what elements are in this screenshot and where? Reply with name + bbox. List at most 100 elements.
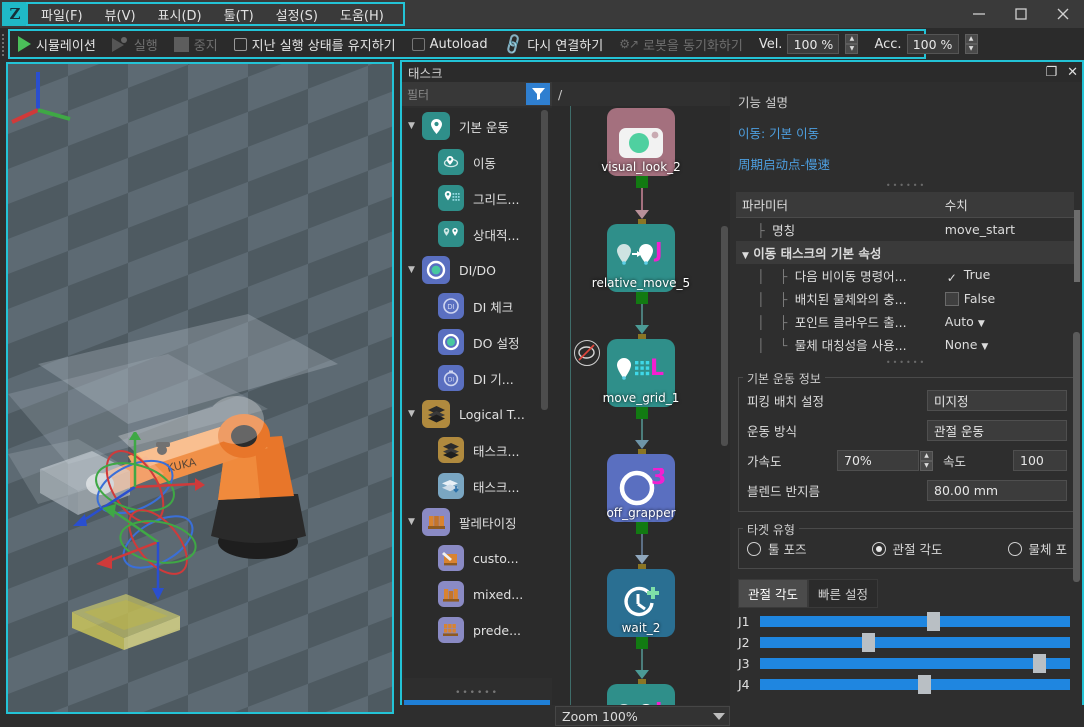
slider-track[interactable]: [760, 675, 1070, 694]
pose-gizmo-lower[interactable]: [90, 494, 230, 614]
param-value[interactable]: None: [945, 337, 978, 352]
joint-slider-j1[interactable]: J1: [738, 612, 1082, 631]
flow-port-out[interactable]: [636, 292, 648, 304]
library-item-task-a[interactable]: 태스크...: [404, 432, 552, 468]
splitter-handle[interactable]: ••••••: [730, 358, 1082, 367]
library-item-task-b[interactable]: 태스크...: [404, 468, 552, 504]
velocity-input[interactable]: 100 %: [787, 34, 840, 54]
motion-mode-field[interactable]: 관절 운동: [927, 420, 1067, 441]
flow-node-wait[interactable]: wait_2: [607, 569, 675, 637]
radio-tool-pose[interactable]: 툴 포즈: [747, 539, 806, 558]
library-item-do-set[interactable]: DO 설정: [404, 324, 552, 360]
minimize-icon[interactable]: [958, 0, 1000, 28]
task-flow-graph[interactable]: / visual_look_2 J relative_move_5 L move…: [552, 82, 730, 720]
param-value[interactable]: Auto: [945, 314, 974, 329]
table-scrollbar[interactable]: [1074, 210, 1080, 282]
breadcrumb[interactable]: /: [552, 82, 730, 106]
table-group-row[interactable]: ▼ 이동 태스크의 기본 속성: [736, 241, 1074, 264]
menu-tool[interactable]: 툴(T): [213, 3, 265, 26]
table-row[interactable]: │ ├ 다음 비이동 명령어... ✓ True: [736, 264, 1074, 287]
menu-settings[interactable]: 설정(S): [265, 3, 329, 26]
library-item-pallet-predef[interactable]: prede...: [404, 612, 552, 648]
library-group-palletizing[interactable]: ▼ 팔레타이징: [404, 504, 552, 540]
slider-handle[interactable]: [927, 612, 941, 631]
menu-view[interactable]: 뷰(V): [94, 3, 147, 26]
properties-scrollbar[interactable]: [1073, 332, 1080, 582]
slider-handle[interactable]: [1032, 654, 1046, 673]
flow-scrollbar[interactable]: [721, 226, 728, 446]
chevron-down-icon[interactable]: ▼: [978, 319, 985, 329]
flow-port-out[interactable]: [636, 176, 648, 188]
accel-field[interactable]: 70%: [837, 450, 919, 471]
slider-handle[interactable]: [918, 675, 932, 694]
checkbox-checked-icon[interactable]: ✓: [945, 271, 959, 285]
blend-radius-field[interactable]: 80.00 mm: [927, 480, 1067, 501]
chevron-down-icon[interactable]: ▼: [408, 121, 422, 131]
sync-robot-button[interactable]: ⚙↗ 로봇을 동기화하기: [611, 31, 751, 57]
library-item-di-wait[interactable]: DI DI 기...: [404, 360, 552, 396]
stop-button[interactable]: 중지: [166, 31, 226, 57]
radio-joint-angle[interactable]: 관절 각도: [871, 539, 942, 558]
library-scrollbar[interactable]: [541, 110, 548, 410]
slider-track[interactable]: [760, 633, 1070, 652]
no-entry-icon[interactable]: [574, 340, 600, 366]
autoload-checkbox[interactable]: Autoload: [404, 31, 496, 57]
library-group-logical-task[interactable]: ▼ Logical T...: [404, 396, 552, 432]
library-item-di-check[interactable]: DI DI 체크: [404, 288, 552, 324]
library-group-dido[interactable]: ▼ DI/DO: [404, 252, 552, 288]
table-row[interactable]: │ └ 물체 대칭성을 사용... None ▼: [736, 333, 1074, 356]
zoom-select[interactable]: Zoom 100%: [555, 706, 730, 726]
flow-node-move-grid[interactable]: L move_grid_1: [603, 339, 679, 407]
library-item-pallet-mixed[interactable]: mixed...: [404, 576, 552, 612]
library-item-move[interactable]: 이동: [404, 144, 552, 180]
menu-help[interactable]: 도움(H): [329, 3, 395, 26]
table-row[interactable]: │ ├ 배치된 물체와의 충... False: [736, 287, 1074, 310]
chevron-down-icon[interactable]: ▼: [408, 265, 422, 275]
tab-joint-angle[interactable]: 관절 각도: [738, 579, 808, 608]
flow-node-off-grapper[interactable]: 3 off_grapper: [606, 454, 676, 522]
checkbox-unchecked-icon[interactable]: [944, 292, 959, 306]
velocity-stepper[interactable]: ▲ ▼: [845, 34, 859, 54]
flow-port-out[interactable]: [636, 522, 648, 534]
library-scroll-area[interactable]: ▼ 기본 운동 이동 그리드... 상대적... ▼ DI/DO DI DI 체…: [404, 108, 552, 678]
joint-slider-j2[interactable]: J2: [738, 633, 1082, 652]
menu-display[interactable]: 표시(D): [147, 3, 213, 26]
accel-stepper[interactable]: ▲ ▼: [920, 450, 933, 471]
chevron-down-icon[interactable]: ▼: [408, 409, 422, 419]
joint-slider-j4[interactable]: J4: [738, 675, 1082, 694]
flow-port-out[interactable]: [636, 407, 648, 419]
maximize-icon[interactable]: [1000, 0, 1042, 28]
slider-track[interactable]: [760, 654, 1070, 673]
acceleration-stepper[interactable]: ▲ ▼: [964, 34, 978, 54]
library-item-relative[interactable]: 상대적...: [404, 216, 552, 252]
chevron-down-icon[interactable]: [713, 713, 725, 720]
restore-icon[interactable]: ❐: [1045, 66, 1057, 79]
acceleration-input[interactable]: 100 %: [906, 34, 959, 54]
table-row[interactable]: │ ├ 포인트 클라우드 출... Auto ▼: [736, 310, 1074, 333]
chevron-down-icon[interactable]: ▼: [408, 517, 422, 527]
close-icon[interactable]: ✕: [1067, 66, 1078, 79]
flow-canvas[interactable]: visual_look_2 J relative_move_5 L move_g…: [552, 106, 730, 720]
library-item-grid[interactable]: 그리드...: [404, 180, 552, 216]
pick-place-field[interactable]: 미지정: [927, 390, 1067, 411]
close-icon[interactable]: [1042, 0, 1084, 28]
chevron-down-icon[interactable]: ▼: [981, 342, 988, 352]
flow-port-out[interactable]: [636, 637, 648, 649]
menu-file[interactable]: 파일(F): [30, 3, 94, 26]
library-item-pallet-custom[interactable]: custo...: [404, 540, 552, 576]
filter-icon[interactable]: [526, 83, 550, 105]
splitter-handle[interactable]: ••••••: [402, 688, 552, 698]
filter-input[interactable]: 필터: [402, 86, 526, 103]
tab-quick-setup[interactable]: 빠른 설정: [807, 579, 878, 608]
splitter-handle[interactable]: ••••••: [730, 181, 1082, 190]
radio-object-pose[interactable]: 물체 포: [1007, 539, 1067, 558]
run-button[interactable]: 실행: [104, 31, 166, 57]
toolbar-grip[interactable]: [1, 32, 6, 56]
library-group-basic-motion[interactable]: ▼ 기본 운동: [404, 108, 552, 144]
reconnect-button[interactable]: 🔗 다시 연결하기: [496, 31, 612, 57]
table-row[interactable]: ├ 명칭 move_start: [736, 218, 1074, 242]
3d-viewport[interactable]: KUKA: [6, 62, 394, 714]
slider-track[interactable]: [760, 612, 1070, 631]
slider-handle[interactable]: [862, 633, 876, 652]
keep-last-state-checkbox[interactable]: 지난 실행 상태를 유지하기: [226, 31, 404, 57]
